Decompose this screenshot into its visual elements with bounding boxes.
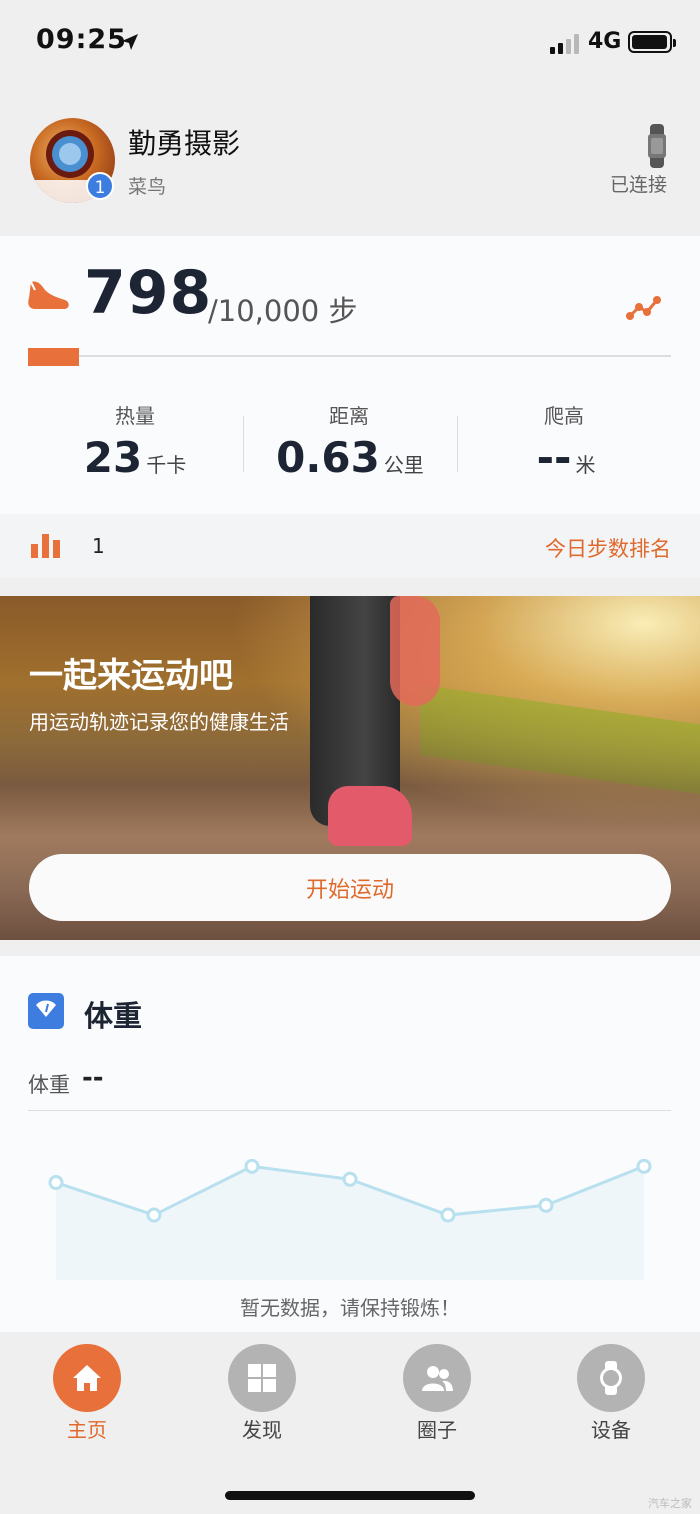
tab-device[interactable]: 设备 [551, 1344, 671, 1444]
distance-value: 0.63 公里 [276, 433, 424, 482]
banner-grass [420, 684, 700, 798]
calories-label: 热量 [115, 404, 155, 428]
chart-point [244, 1158, 260, 1174]
tab-label: 主页 [67, 1418, 107, 1442]
step-progress-track [28, 355, 671, 357]
status-time: 09:25 [36, 24, 127, 55]
step-count: 798 [84, 258, 213, 328]
no-data-message: 暂无数据，请保持锻炼！ [240, 1296, 460, 1320]
tab-label: 设备 [591, 1418, 631, 1442]
weight-placeholder-chart [48, 1158, 652, 1280]
bar-chart-icon [31, 534, 60, 558]
grid-icon [228, 1344, 296, 1412]
battery-icon [628, 31, 676, 53]
network-type: 4G [588, 29, 622, 54]
chart-point [538, 1197, 554, 1213]
step-progress-fill [28, 348, 79, 366]
banner-title: 一起来运动吧 [29, 656, 233, 696]
chart-point [342, 1171, 358, 1187]
fitness-band-icon[interactable] [646, 124, 668, 168]
calories-value: 23 千卡 [83, 433, 187, 482]
location-arrow-icon [122, 34, 138, 50]
watch-icon [577, 1344, 645, 1412]
rank-value: 1 [92, 534, 105, 558]
runner-shoe-image [390, 596, 440, 706]
runner-shoe-image [328, 786, 412, 846]
level-badge: 1 [86, 172, 114, 200]
tab-label: 发现 [242, 1418, 282, 1442]
chart-point [440, 1207, 456, 1223]
signal-icon [550, 34, 579, 54]
tab-discover[interactable]: 发现 [202, 1344, 322, 1444]
start-exercise-button[interactable]: 开始运动 [29, 854, 671, 921]
chart-point [146, 1207, 162, 1223]
watermark: 汽车之家 [648, 1497, 692, 1510]
chart-point [48, 1175, 64, 1191]
weight-value: -- [82, 1063, 104, 1093]
step-goal: /10,000 步 [208, 294, 358, 328]
weight-divider [28, 1110, 671, 1111]
home-indicator[interactable] [225, 1491, 475, 1500]
scale-icon [28, 993, 64, 1029]
distance-label: 距离 [329, 404, 369, 428]
trend-chart-icon[interactable] [626, 294, 662, 322]
banner-subtitle: 用运动轨迹记录您的健康生活 [29, 710, 289, 734]
user-name[interactable]: 勤勇摄影 [128, 122, 240, 162]
home-icon [53, 1344, 121, 1412]
climb-value: -- 米 [536, 433, 596, 482]
tab-circle[interactable]: 圈子 [377, 1344, 497, 1444]
shoe-icon [28, 281, 69, 309]
tab-home[interactable]: 主页 [27, 1344, 147, 1444]
climb-label: 爬高 [544, 404, 584, 428]
step-ranking-link[interactable]: 今日步数排名 [545, 533, 671, 563]
weight-label: 体重 [28, 1073, 70, 1097]
weight-title: 体重 [84, 999, 143, 1033]
people-icon [403, 1344, 471, 1412]
user-level: 菜鸟 [128, 176, 167, 198]
device-connection-status[interactable]: 已连接 [610, 170, 667, 197]
status-bar: 09:25 4G [0, 0, 700, 90]
tab-label: 圈子 [417, 1418, 457, 1442]
chart-point [636, 1158, 652, 1174]
